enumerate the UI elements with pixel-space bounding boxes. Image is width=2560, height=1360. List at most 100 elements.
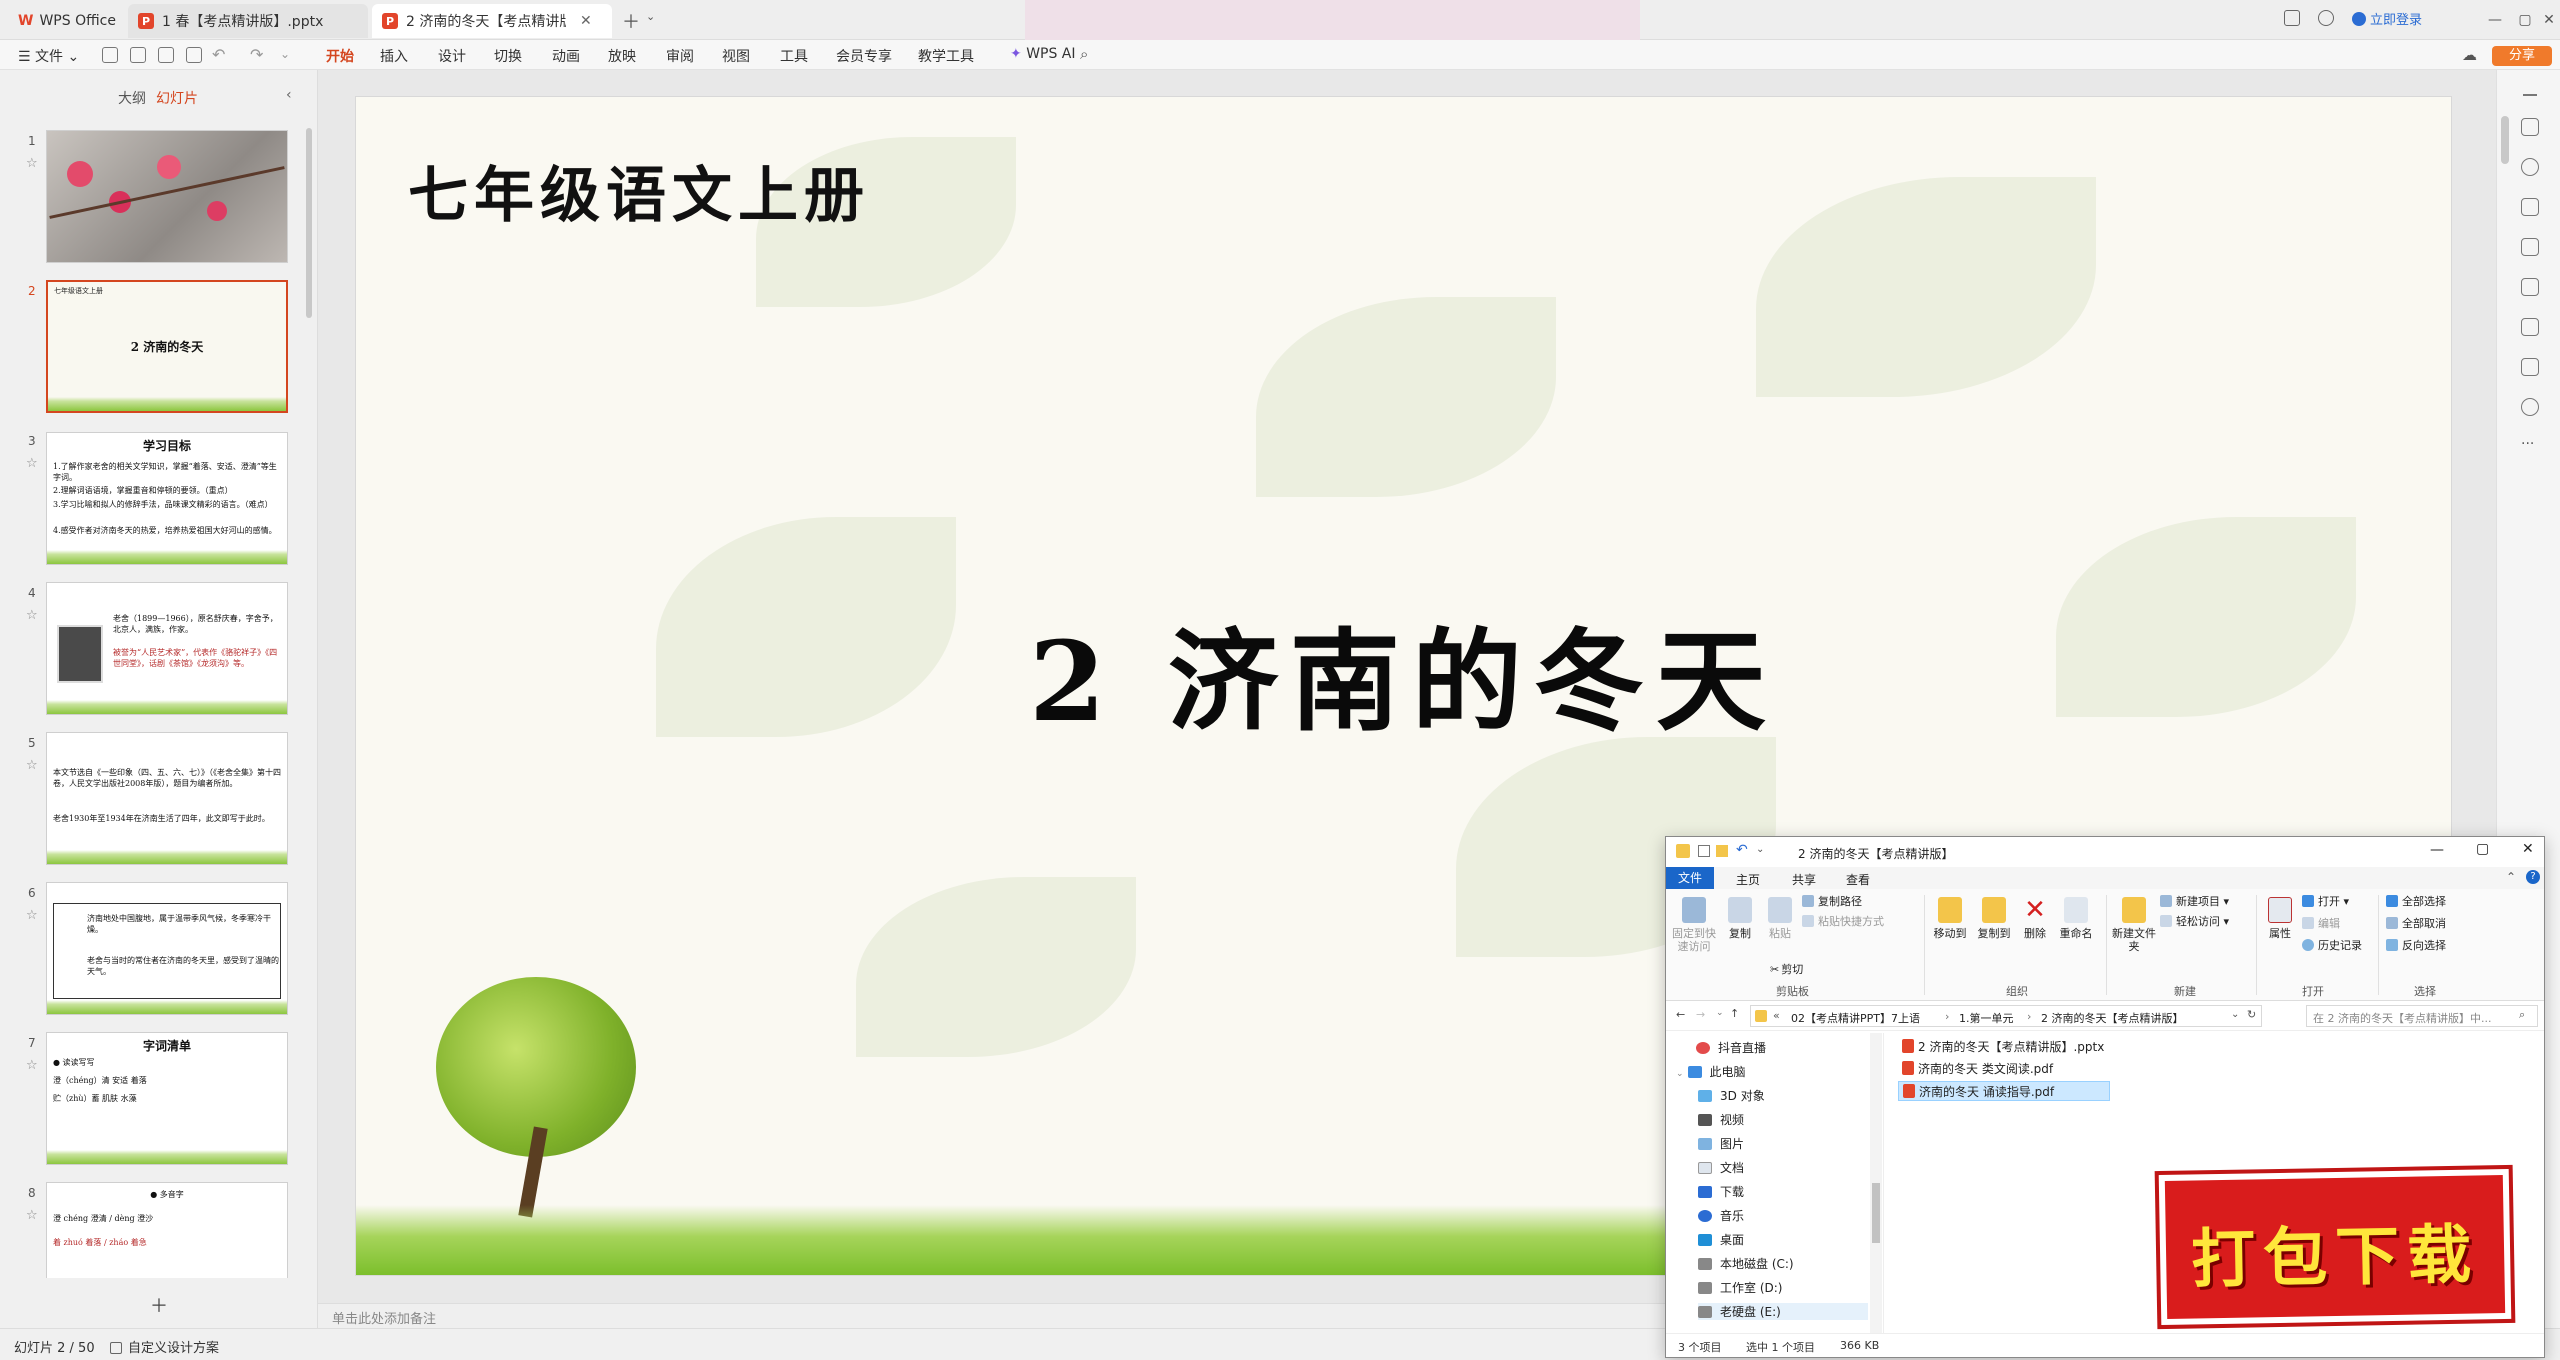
save-icon[interactable] — [102, 47, 118, 63]
nav-item-videos[interactable]: 视频 — [1698, 1111, 1744, 1128]
layout-tool-icon[interactable] — [2521, 318, 2539, 336]
ribbon-tab-share[interactable]: 共享 — [1792, 871, 1816, 888]
collapse-panel-icon[interactable]: ‹ — [286, 87, 292, 103]
wps-ai-button[interactable]: ✦ WPS AI — [1010, 46, 1076, 62]
star-icon[interactable]: ☆ — [26, 1208, 38, 1223]
up-icon[interactable]: ↑ — [1730, 1007, 1739, 1020]
wps-home-tab[interactable]: W WPS Office — [8, 4, 126, 38]
new-tab-icon[interactable]: ＋ — [622, 8, 640, 34]
undo-qa-icon[interactable]: ↶ — [1736, 842, 1748, 858]
file-menu[interactable]: ☰ 文件 ⌄ — [18, 46, 79, 66]
minimize-button[interactable]: — — [2480, 8, 2510, 32]
download-package-banner[interactable]: 打包下载 — [2158, 1168, 2512, 1326]
copy-path-button[interactable]: 复制路径 — [1802, 893, 1862, 909]
tab-teaching-tools[interactable]: 教学工具 — [918, 46, 974, 66]
slide-thumbnail-4[interactable]: 老舍（1899—1966），原名舒庆春，字舍予，北京人，满族，作家。 被誉为“人… — [46, 582, 288, 715]
slide-thumbnail-6[interactable]: 济南地处中国腹地，属于温带季风气候，冬季寒冷干燥。 老舍与当时的常住者在济南的冬… — [46, 882, 288, 1015]
tab-review[interactable]: 审阅 — [666, 46, 694, 66]
document-tab-1[interactable]: P 1 春【考点精讲版】.pptx — [128, 4, 368, 38]
magic-tool-icon[interactable] — [2521, 278, 2539, 296]
nav-item-douyin[interactable]: 抖音直播 — [1696, 1039, 1766, 1056]
nav-item-drive-d[interactable]: 工作室 (D:) — [1698, 1279, 1782, 1296]
undo-icon[interactable]: ↶ — [212, 45, 225, 64]
nav-item-this-pc[interactable]: ⌄ 此电脑 — [1676, 1063, 1746, 1080]
shape-tool-icon[interactable] — [2521, 358, 2539, 376]
star-icon[interactable]: ☆ — [26, 608, 38, 623]
explorer-maximize-button[interactable]: ▢ — [2476, 841, 2489, 857]
tab-design[interactable]: 设计 — [438, 46, 466, 66]
path-box[interactable]: « 02【考点精讲PPT】7上语 › 1.第一单元 › 2 济南的冬天【考点精讲… — [1750, 1005, 2262, 1027]
nav-item-3d-objects[interactable]: 3D 对象 — [1698, 1087, 1765, 1104]
paste-button[interactable]: 粘贴 — [1762, 897, 1798, 940]
tab-membership[interactable]: 会员专享 — [836, 46, 892, 66]
file-item[interactable]: 济南的冬天 诵读指导.pdf — [1898, 1081, 2110, 1101]
tab-animation[interactable]: 动画 — [552, 46, 580, 66]
nav-item-documents[interactable]: 文档 — [1698, 1159, 1744, 1176]
more-icon[interactable]: ··· — [2521, 436, 2534, 452]
breadcrumb-2[interactable]: 1.第一单元 — [1959, 1010, 2014, 1026]
cube-icon[interactable] — [2318, 10, 2334, 26]
star-icon[interactable]: ☆ — [26, 456, 38, 471]
properties-button[interactable]: 属性 — [2262, 897, 2298, 940]
breadcrumb-3[interactable]: 2 济南的冬天【考点精讲版】 — [2041, 1010, 2184, 1026]
add-slide-icon[interactable]: ＋ — [150, 1292, 168, 1318]
export-icon[interactable] — [130, 47, 146, 63]
open-button[interactable]: 打开 ▾ — [2302, 893, 2349, 909]
print-icon[interactable] — [158, 47, 174, 63]
canvas-scrollbar[interactable] — [2501, 116, 2509, 164]
nav-scrollbar-thumb[interactable] — [1872, 1183, 1880, 1243]
star-icon[interactable]: ☆ — [26, 908, 38, 923]
tab-list-chevron-icon[interactable]: ⌄ — [646, 10, 655, 23]
tab-view[interactable]: 视图 — [722, 46, 750, 66]
tab-slideshow[interactable]: 放映 — [608, 46, 636, 66]
paste-shortcut-button[interactable]: 粘贴快捷方式 — [1802, 913, 1884, 929]
image-tool-icon[interactable] — [2521, 238, 2539, 256]
slide-thumbnail-5[interactable]: 本文节选自《一些印象（四、五、六、七）》（《老舍全集》第十四卷，人民文学出版社2… — [46, 732, 288, 865]
copy-button[interactable]: 复制 — [1722, 897, 1758, 940]
tab-transition[interactable]: 切换 — [494, 46, 522, 66]
nav-item-desktop[interactable]: 桌面 — [1698, 1231, 1744, 1248]
close-window-button[interactable]: ✕ — [2534, 8, 2560, 32]
history-button[interactable]: 历史记录 — [2302, 937, 2362, 953]
cut-button[interactable]: ✂ 剪切 — [1770, 961, 1803, 977]
path-dropdown-icon[interactable]: ⌄ — [2231, 1009, 2239, 1020]
nav-item-drive-e[interactable]: 老硬盘 (E:) — [1698, 1303, 1868, 1320]
copy-tool-icon[interactable] — [2521, 198, 2539, 216]
recent-locations-icon[interactable]: ⌄ — [1716, 1008, 1724, 1018]
explorer-minimize-button[interactable]: — — [2430, 842, 2444, 858]
nav-scrollbar[interactable] — [1870, 1033, 1882, 1335]
settings-icon[interactable] — [2521, 118, 2539, 136]
select-none-button[interactable]: 全部取消 — [2386, 915, 2446, 931]
rename-button[interactable]: 重命名 — [2054, 897, 2098, 940]
explorer-close-button[interactable]: ✕ — [2522, 841, 2534, 857]
star-icon[interactable]: ☆ — [26, 758, 38, 773]
window-layout-icon[interactable] — [2284, 10, 2300, 26]
ribbon-tab-view[interactable]: 查看 — [1846, 871, 1870, 888]
slide-thumbnail-3[interactable]: 学习目标 1.了解作家老舍的相关文学知识，掌握“着落、安适、澄清”等生字词。 2… — [46, 432, 288, 565]
ribbon-collapse-icon[interactable]: ⌃ — [2506, 870, 2516, 884]
star-icon[interactable]: ☆ — [26, 156, 38, 171]
help-icon[interactable]: ? — [2526, 870, 2540, 884]
breadcrumb-1[interactable]: 02【考点精讲PPT】7上语 — [1791, 1010, 1920, 1026]
refresh-icon[interactable]: ↻ — [2247, 1008, 2256, 1021]
move-to-button[interactable]: 移动到 — [1930, 897, 1970, 940]
forward-icon[interactable]: → — [1696, 1008, 1705, 1021]
explorer-search-input[interactable]: 在 2 济南的冬天【考点精讲版】中... ⌕ — [2306, 1005, 2538, 1027]
slide-thumbnail-1[interactable] — [46, 130, 288, 263]
edit-button[interactable]: 编辑 — [2302, 915, 2340, 931]
cloud-sync-icon[interactable]: ☁ — [2462, 46, 2477, 64]
minimize-pane-icon[interactable] — [2523, 94, 2537, 96]
back-icon[interactable]: ← — [1676, 1008, 1685, 1021]
tab-tools[interactable]: 工具 — [780, 46, 808, 66]
new-folder-qa-icon[interactable] — [1716, 845, 1728, 857]
redo-icon[interactable]: ↷ — [250, 45, 263, 64]
more-quick-access-icon[interactable]: ⌄ — [280, 47, 290, 61]
file-item[interactable]: 2 济南的冬天【考点精讲版】.pptx — [1898, 1037, 2108, 1057]
properties-qa-icon[interactable] — [1698, 845, 1710, 857]
star-icon[interactable]: ☆ — [26, 1058, 38, 1073]
panel-scrollbar[interactable] — [306, 128, 312, 318]
copy-to-button[interactable]: 复制到 — [1974, 897, 2014, 940]
new-item-button[interactable]: 新建项目 ▾ — [2160, 893, 2229, 909]
share-button[interactable]: 分享 — [2492, 46, 2552, 66]
slide-thumbnail-2[interactable]: 七年级语文上册 2 济南的冬天 — [46, 280, 288, 413]
